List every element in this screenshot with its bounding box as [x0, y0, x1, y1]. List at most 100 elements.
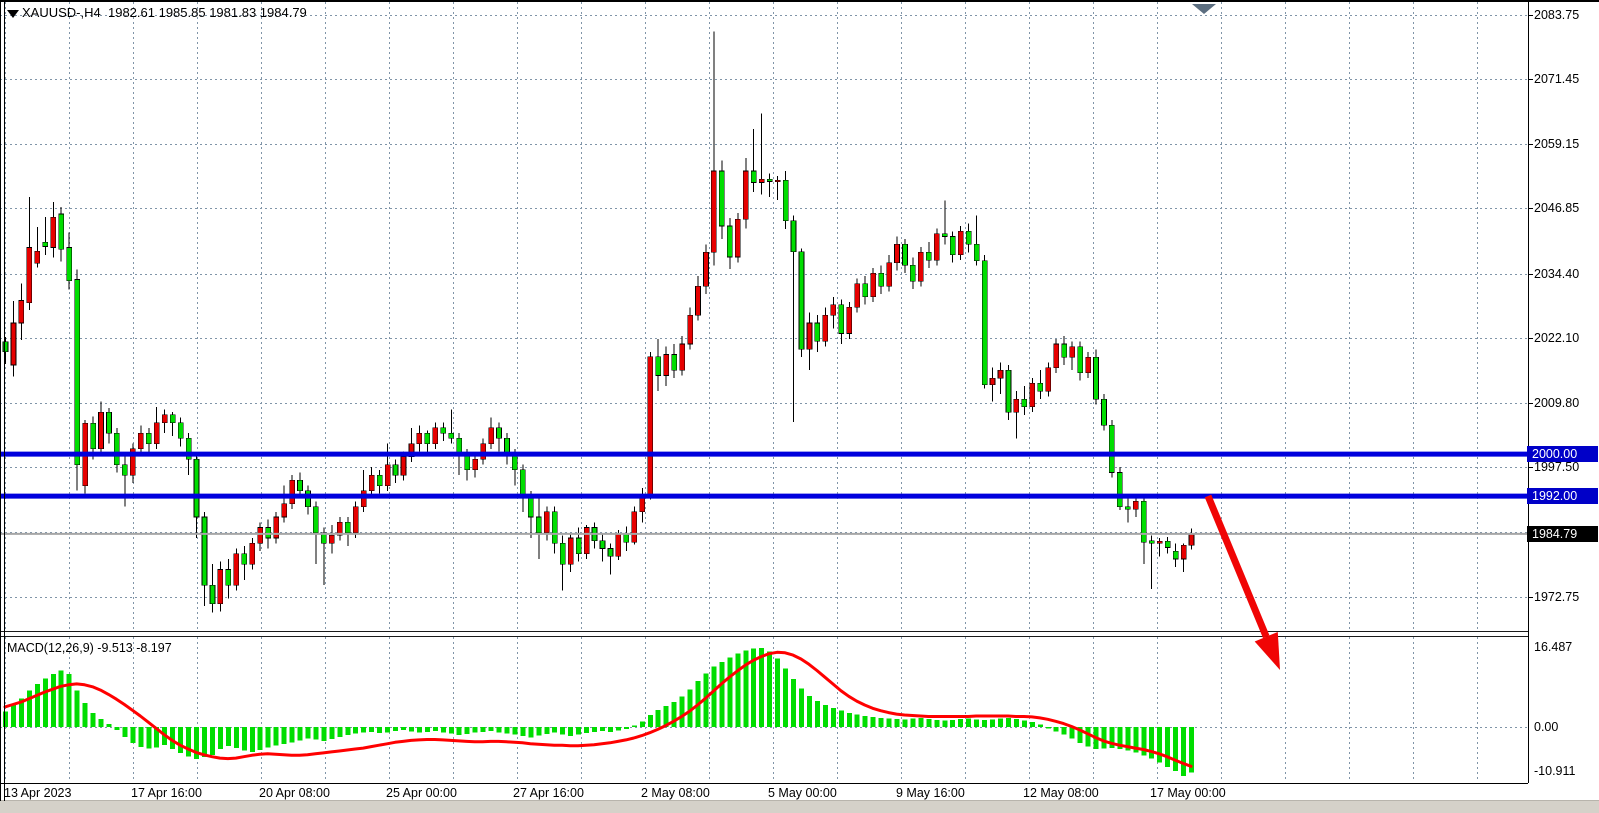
candle-bear [719, 171, 724, 226]
macd-histogram-bar [51, 674, 56, 727]
candle-bull [990, 378, 995, 385]
macd-histogram-bar [1046, 727, 1051, 728]
candle-bull [1046, 368, 1051, 392]
candle-bull [1181, 545, 1186, 559]
candle-bear [67, 248, 72, 281]
candle-bull [258, 528, 263, 544]
candle-bear [313, 507, 318, 533]
candle-bull [934, 234, 939, 260]
macd-histogram-bar [942, 720, 947, 727]
macd-histogram-bar [122, 727, 127, 737]
candle-bear [91, 423, 96, 449]
candle-bear [1062, 344, 1067, 357]
candle-bull [19, 300, 24, 323]
candle-bear [1149, 541, 1154, 544]
candle-bear [194, 459, 199, 517]
macd-histogram-bar [425, 727, 430, 732]
candle-bear [1173, 551, 1178, 559]
macd-histogram-bar [258, 727, 263, 750]
window-bottom-strip [0, 801, 1599, 813]
candle-bull [711, 171, 716, 252]
macd-histogram-bar [990, 719, 995, 727]
candle-bear [226, 569, 231, 585]
macd-histogram-bar [791, 679, 796, 727]
candle-bull [35, 251, 40, 263]
macd-histogram-bar [226, 727, 231, 746]
macd-histogram-bar [799, 689, 804, 727]
candle-bull [401, 457, 406, 475]
candle-bear [1141, 501, 1146, 542]
candle-bear [59, 214, 64, 249]
candle-bear [560, 543, 565, 564]
candle-bear [974, 244, 979, 260]
macd-histogram-bar [178, 727, 183, 753]
macd-histogram-bar [1014, 719, 1019, 727]
candle-bear [863, 284, 868, 297]
candle-bear [43, 242, 48, 246]
candle-bear [751, 171, 756, 183]
candle-bull [162, 415, 167, 423]
macd-histogram-bar [871, 717, 876, 727]
candle-bull [385, 465, 390, 486]
candle-bull [234, 554, 239, 585]
macd-histogram-bar [218, 727, 223, 749]
macd-histogram-bar [75, 691, 80, 727]
macd-histogram-bar [807, 696, 812, 727]
candle-bull [250, 543, 255, 564]
macd-histogram-bar [329, 727, 334, 739]
macd-histogram-bar [974, 719, 979, 727]
macd-histogram-bar [584, 727, 589, 733]
macd-histogram-bar [958, 719, 963, 727]
macd-histogram-bar [138, 727, 143, 747]
macd-histogram-bar [616, 727, 621, 730]
macd-histogram-bar [393, 727, 398, 731]
macd-histogram-bar [847, 713, 852, 727]
macd-histogram-bar [640, 721, 645, 727]
chart-canvas[interactable] [0, 0, 1599, 813]
candle-bull [855, 284, 860, 308]
candle-bull [847, 307, 852, 333]
candle-bull [958, 231, 963, 255]
candle-bear [910, 265, 915, 281]
candle-bull [743, 171, 748, 219]
macd-histogram-bar [409, 727, 414, 731]
candle-bull [1014, 399, 1019, 412]
macd-histogram-bar [823, 705, 828, 727]
candle-bull [918, 252, 923, 281]
candle-bull [369, 475, 374, 491]
candle-bear [305, 491, 310, 507]
macd-histogram-bar [727, 658, 732, 727]
candle-bear [902, 244, 907, 265]
macd-histogram-bar [481, 727, 486, 732]
macd-histogram-bar [544, 727, 549, 734]
candle-bull [703, 252, 708, 286]
candle-bull [807, 323, 812, 349]
candle-bull [998, 370, 1003, 378]
macd-histogram-bar [465, 727, 470, 734]
macd-histogram-bar [186, 727, 191, 757]
macd-histogram-bar [313, 727, 318, 739]
macd-histogram-bar [552, 727, 557, 733]
macd-histogram-bar [879, 718, 884, 727]
macd-histogram-bar [345, 727, 350, 735]
macd-histogram-bar [353, 727, 358, 734]
candle-bear [1006, 370, 1011, 412]
candle-bear [799, 252, 804, 350]
macd-histogram-bar [130, 727, 135, 743]
candle-bear [624, 534, 629, 542]
candle-bear [1101, 399, 1106, 425]
macd-histogram-bar [234, 727, 239, 748]
macd-histogram-bar [1006, 718, 1011, 727]
candle-bull [282, 504, 287, 517]
macd-histogram-bar [624, 727, 629, 729]
macd-histogram-bar [67, 674, 72, 727]
candle-bull [775, 180, 780, 181]
macd-histogram-bar [648, 715, 653, 727]
candle-bull [11, 323, 16, 365]
macd-histogram-bar [512, 727, 517, 735]
macd-histogram-bar [918, 718, 923, 727]
macd-histogram-bar [950, 720, 955, 727]
candle-bear [1125, 507, 1130, 510]
candle-bear [1117, 472, 1122, 506]
candle-bear [672, 355, 677, 371]
